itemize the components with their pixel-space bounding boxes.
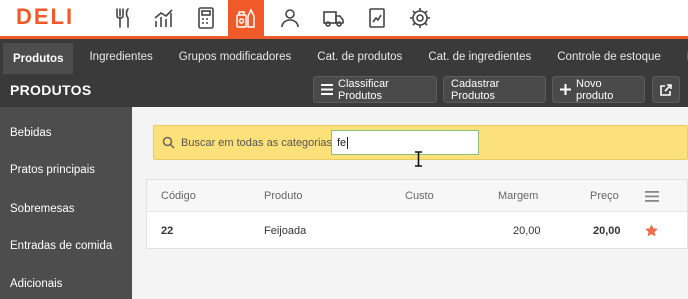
products-icon[interactable] [228,0,264,36]
deli-logo[interactable]: DELI [16,4,74,30]
new-product-button[interactable]: Novo produto [552,76,645,103]
column-custo[interactable]: Custo [405,190,434,202]
report-icon[interactable] [359,2,395,34]
truck-icon[interactable] [316,2,352,34]
page-header: PRODUTOS Classificar Produtos Cadastrar … [0,74,688,107]
column-preco[interactable]: Preço [590,190,619,202]
tab-grupos-modificadores[interactable]: Grupos modificadores [166,39,305,74]
search-icon [162,136,175,149]
sort-products-label: Classificar Produtos [338,77,389,102]
sort-products-button[interactable]: Classificar Produtos [313,76,437,103]
category-sidebar: Bebidas Pratos principais Sobremesas Ent… [0,107,132,299]
sidebar-item-entradas[interactable]: Entradas de comida [10,240,112,252]
cell-margem: 20,00 [513,225,541,237]
column-produto[interactable]: Produto [264,190,303,202]
search-label: Buscar em todas as categorias: [181,137,336,149]
calculator-icon[interactable] [188,2,224,34]
cell-preco: 20,00 [593,225,621,237]
sidebar-item-sobremesas[interactable]: Sobremesas [10,203,75,215]
column-menu-icon[interactable] [645,191,659,202]
main-content: Buscar em todas as categorias: fe Código… [132,107,688,299]
ibeam-cursor-icon [415,151,422,167]
register-products-label: Cadastrar Produtos [451,77,500,102]
tab-movimentacoes[interactable]: Moviment [674,39,688,74]
cell-produto: Feijoada [264,225,307,237]
text-caret [347,136,349,149]
sidebar-item-pratos-principais[interactable]: Pratos principais [10,164,95,176]
plus-icon [560,84,571,95]
new-product-label: Novo produto [576,77,614,102]
search-input-value: fe [337,136,347,149]
search-panel: Buscar em todas as categorias: fe [153,125,688,167]
column-codigo[interactable]: Código [161,190,196,202]
table-header: Código Produto Custo Margem Preço [147,180,687,212]
tab-cat-ingredientes[interactable]: Cat. de ingredientes [415,39,544,74]
hamburger-icon [321,84,333,95]
tab-controle-estoque[interactable]: Controle de estoque [544,39,674,74]
chart-icon[interactable] [145,2,181,34]
utensils-icon[interactable] [105,2,141,34]
top-icon-bar: DELI [0,0,688,36]
external-link-icon [660,83,672,96]
cell-codigo: 22 [161,225,174,237]
register-products-button[interactable]: Cadastrar Produtos [443,76,546,103]
app-window: DELI Produtos Ingredientes Grupos modifi… [0,0,688,299]
sidebar-item-bebidas[interactable]: Bebidas [10,127,52,139]
search-input[interactable]: fe [331,130,479,155]
star-icon[interactable] [644,223,659,238]
user-icon[interactable] [272,2,308,34]
tab-produtos[interactable]: Produtos [3,43,74,74]
column-margem[interactable]: Margem [498,190,538,202]
sidebar-item-adicionais[interactable]: Adicionais [10,278,62,290]
main-tabs: Produtos Ingredientes Grupos modificador… [0,36,688,74]
tab-ingredientes[interactable]: Ingredientes [76,39,165,74]
products-table: Código Produto Custo Margem Preço 22 Fei… [146,179,688,249]
page-title: PRODUTOS [10,82,92,98]
gear-icon[interactable] [402,2,438,34]
tab-cat-produtos[interactable]: Cat. de produtos [304,39,415,74]
external-link-button[interactable] [652,76,680,103]
